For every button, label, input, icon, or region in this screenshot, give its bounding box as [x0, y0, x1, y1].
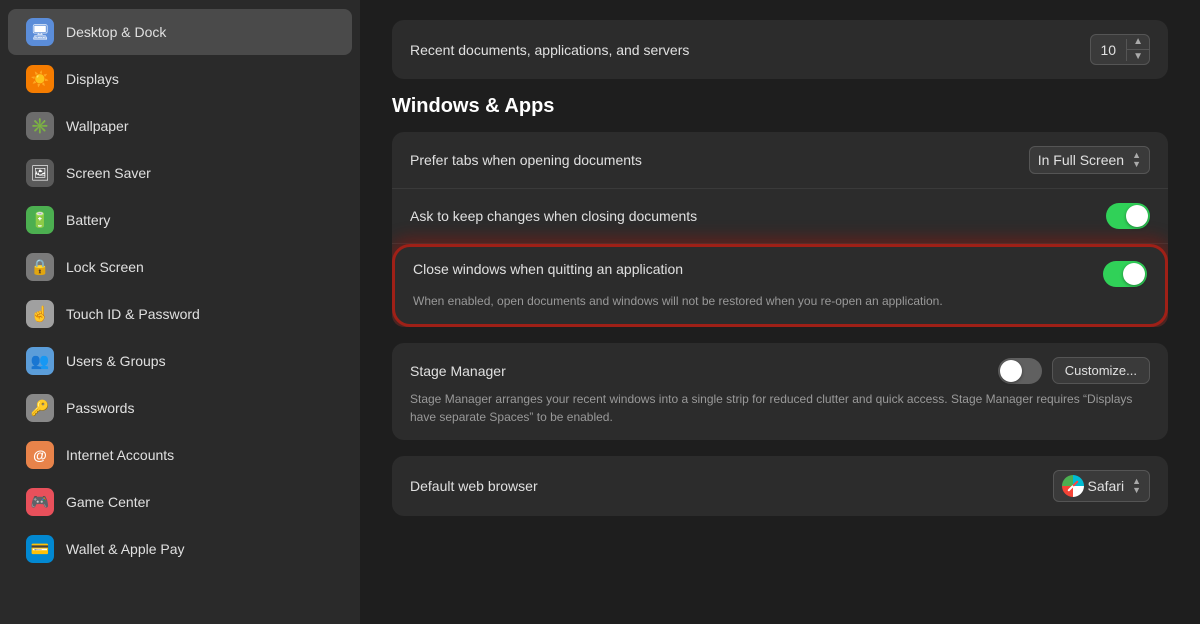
wallet-icon: 💳: [26, 535, 54, 563]
sidebar-item-touch-id[interactable]: ☝️ Touch ID & Password: [8, 291, 352, 337]
sidebar: 🖥 Desktop & Dock ☀️ Displays ✳️ Wallpaper 🖼 Scr…: [0, 0, 360, 624]
sidebar-label-wallpaper: Wallpaper: [66, 118, 129, 134]
ask-keep-changes-label: Ask to keep changes when closing documen…: [410, 208, 697, 224]
desktop-icon: 🖥: [26, 18, 54, 46]
sidebar-item-battery[interactable]: 🔋 Battery: [8, 197, 352, 243]
sidebar-label-game-center: Game Center: [66, 494, 150, 510]
prefer-tabs-arrows: ▲ ▼: [1132, 151, 1141, 169]
passwords-icon: 🔑: [26, 394, 54, 422]
recent-docs-card: Recent documents, applications, and serv…: [392, 20, 1168, 79]
close-windows-toggle[interactable]: [1103, 261, 1147, 287]
sidebar-label-lock-screen: Lock Screen: [66, 259, 144, 275]
wallpaper-icon: ✳️: [26, 112, 54, 140]
recent-docs-stepper[interactable]: 10 ▲ ▼: [1090, 34, 1150, 65]
close-windows-title-row: Close windows when quitting an applicati…: [413, 261, 1147, 287]
sidebar-item-desktop-dock[interactable]: 🖥 Desktop & Dock: [8, 9, 352, 55]
default-browser-dropdown[interactable]: Safari ▲ ▼: [1053, 470, 1151, 502]
stepper-arrows: ▲ ▼: [1127, 35, 1149, 64]
sidebar-label-screen-saver: Screen Saver: [66, 165, 151, 181]
sidebar-item-passwords[interactable]: 🔑 Passwords: [8, 385, 352, 431]
sidebar-item-wallet[interactable]: 💳 Wallet & Apple Pay: [8, 526, 352, 572]
sidebar-item-screen-saver[interactable]: 🖼 Screen Saver: [8, 150, 352, 196]
default-browser-card: Default web browser Safari ▲ ▼: [392, 456, 1168, 516]
sidebar-item-displays[interactable]: ☀️ Displays: [8, 56, 352, 102]
prefer-tabs-label: Prefer tabs when opening documents: [410, 152, 642, 168]
sidebar-label-touch-id: Touch ID & Password: [66, 306, 200, 322]
close-windows-label: Close windows when quitting an applicati…: [413, 261, 683, 277]
stage-manager-top: Stage Manager Customize...: [410, 357, 1150, 384]
ask-keep-changes-toggle[interactable]: [1106, 203, 1150, 229]
customize-button[interactable]: Customize...: [1052, 357, 1150, 384]
sidebar-label-users-groups: Users & Groups: [66, 353, 166, 369]
stage-manager-row: Stage Manager Customize... Stage Manager…: [392, 343, 1168, 440]
windows-apps-heading: Windows & Apps: [392, 95, 1168, 118]
stage-manager-toggle[interactable]: [998, 358, 1042, 384]
stepper-down[interactable]: ▼: [1127, 50, 1149, 64]
touchid-icon: ☝️: [26, 300, 54, 328]
prefer-tabs-row: Prefer tabs when opening documents In Fu…: [392, 132, 1168, 189]
main-content: Recent documents, applications, and serv…: [360, 0, 1200, 624]
sidebar-label-desktop-dock: Desktop & Dock: [66, 24, 166, 40]
stage-manager-right: Customize...: [998, 357, 1150, 384]
displays-icon: ☀️: [26, 65, 54, 93]
browser-dropdown-arrows: ▲ ▼: [1132, 477, 1141, 495]
recent-docs-label: Recent documents, applications, and serv…: [410, 42, 689, 58]
screensaver-icon: 🖼: [26, 159, 54, 187]
users-icon: 👥: [26, 347, 54, 375]
safari-icon: [1062, 475, 1084, 497]
arrow-down: ▼: [1132, 486, 1141, 495]
close-windows-desc: When enabled, open documents and windows…: [413, 292, 1147, 310]
sidebar-item-game-center[interactable]: 🎮 Game Center: [8, 479, 352, 525]
sidebar-item-users-groups[interactable]: 👥 Users & Groups: [8, 338, 352, 384]
sidebar-item-wallpaper[interactable]: ✳️ Wallpaper: [8, 103, 352, 149]
stage-manager-label: Stage Manager: [410, 363, 506, 379]
default-browser-label: Default web browser: [410, 478, 538, 494]
battery-icon: 🔋: [26, 206, 54, 234]
stepper-up[interactable]: ▲: [1127, 35, 1149, 50]
sidebar-item-lock-screen[interactable]: 🔒 Lock Screen: [8, 244, 352, 290]
arrow-down: ▼: [1132, 160, 1141, 169]
safari-needle: [1067, 480, 1078, 491]
sidebar-label-internet-accounts: Internet Accounts: [66, 447, 174, 463]
prefer-tabs-dropdown[interactable]: In Full Screen ▲ ▼: [1029, 146, 1150, 174]
sidebar-item-internet-accounts[interactable]: @ Internet Accounts: [8, 432, 352, 478]
sidebar-label-passwords: Passwords: [66, 400, 134, 416]
ask-keep-changes-row: Ask to keep changes when closing documen…: [392, 189, 1168, 244]
sidebar-label-displays: Displays: [66, 71, 119, 87]
close-windows-row: Close windows when quitting an applicati…: [392, 244, 1168, 327]
internet-icon: @: [26, 441, 54, 469]
default-browser-value: Safari: [1088, 478, 1125, 494]
windows-apps-card: Prefer tabs when opening documents In Fu…: [392, 132, 1168, 327]
default-browser-row: Default web browser Safari ▲ ▼: [392, 456, 1168, 516]
gamecenter-icon: 🎮: [26, 488, 54, 516]
recent-docs-value: 10: [1091, 39, 1128, 61]
sidebar-label-battery: Battery: [66, 212, 110, 228]
sidebar-label-wallet: Wallet & Apple Pay: [66, 541, 185, 557]
stage-manager-desc: Stage Manager arranges your recent windo…: [410, 390, 1150, 426]
stage-manager-card: Stage Manager Customize... Stage Manager…: [392, 343, 1168, 440]
lockscreen-icon: 🔒: [26, 253, 54, 281]
prefer-tabs-value: In Full Screen: [1038, 152, 1124, 168]
